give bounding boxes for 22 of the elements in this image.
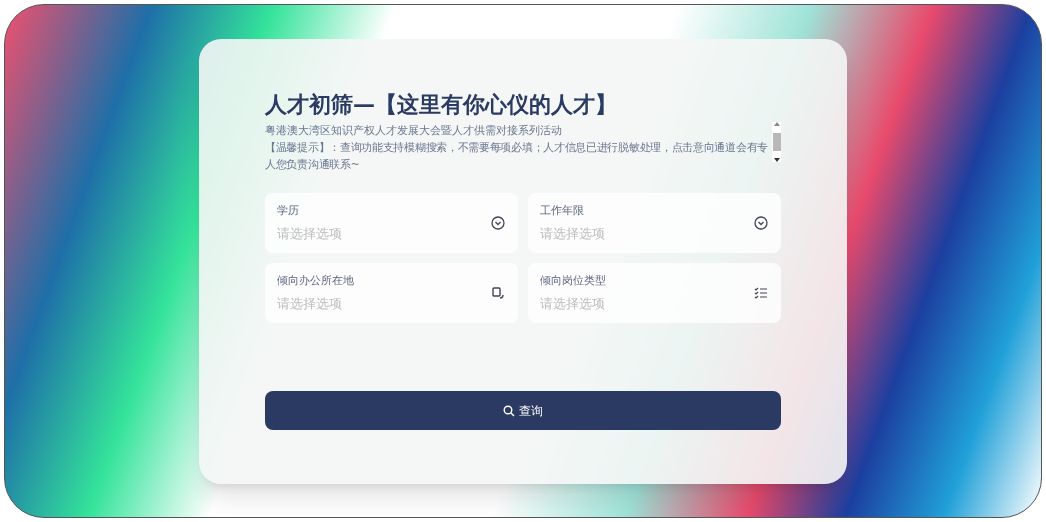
field-label: 工作年限	[540, 203, 585, 219]
search-icon	[503, 404, 515, 417]
scrollbar[interactable]	[772, 122, 781, 162]
chevron-circle-icon	[753, 215, 769, 231]
chevron-circle-icon	[490, 215, 506, 231]
field-placeholder: 请选择选项	[540, 224, 605, 243]
select-field[interactable]: 学历 请选择选项	[265, 193, 518, 253]
field-label: 倾向办公所在地	[277, 273, 354, 289]
field-placeholder: 请选择选项	[277, 294, 343, 313]
page-title: 人才初筛—【这里有你心仪的人才】	[265, 90, 618, 118]
subtitle: 粤港澳大湾区知识产权人才发展大会暨人才供需对接系列活动	[265, 123, 563, 139]
notice-text: 【温馨提示】：查询功能支持模糊搜索，不需要每项必填；人才信息已进行脱敏处理，点击意向通道会有专人您负责沟通联系~	[265, 140, 769, 173]
search-button[interactable]: 查询	[265, 391, 781, 430]
select-field[interactable]: 倾向岗位类型 请选择选项	[528, 263, 781, 323]
field-placeholder: 请选择选项	[277, 224, 342, 243]
select-field[interactable]: 工作年限 请选择选项	[528, 193, 781, 253]
field-placeholder: 请选择选项	[540, 294, 606, 313]
select-field[interactable]: 倾向办公所在地 请选择选项	[265, 263, 518, 323]
checklist-icon	[753, 285, 769, 301]
field-label: 学历	[277, 203, 300, 219]
field-label: 倾向岗位类型	[540, 273, 606, 289]
square-hook-icon	[490, 285, 506, 301]
